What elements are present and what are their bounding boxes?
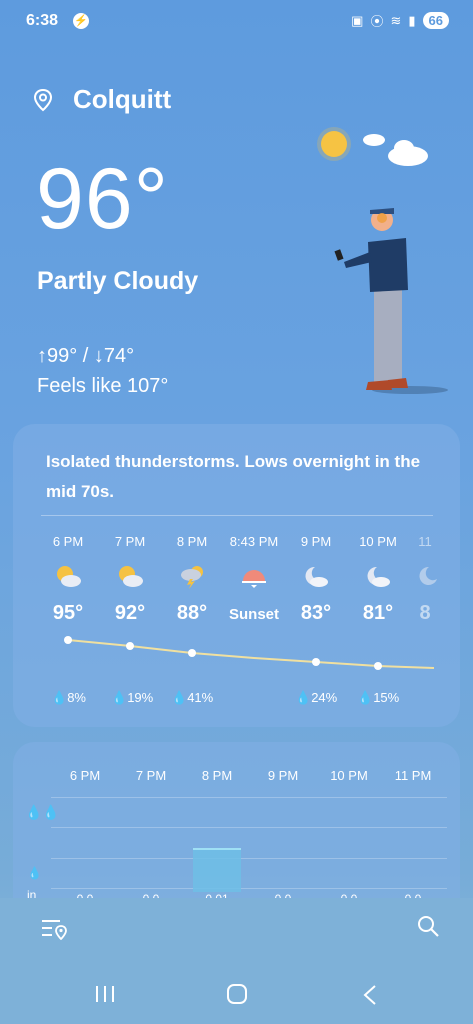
back-icon[interactable] — [362, 984, 378, 1006]
hour-column: 8:43 PM Sunset — [219, 534, 289, 623]
hour-temp: 95° — [52, 602, 84, 624]
gridline — [51, 797, 447, 798]
hour-column: 9 PM 83° — [281, 534, 351, 625]
gridline — [51, 827, 447, 828]
rain-bar — [193, 848, 241, 892]
forecast-summary: Isolated thunderstorms. Lows overnight i… — [46, 452, 421, 501]
manage-locations-icon[interactable] — [42, 918, 68, 940]
status-icons: ▣ ⦿ ≋ ▮ 66 — [351, 11, 449, 30]
feels-like: Feels like 107° — [37, 375, 169, 397]
night-cloudy-icon — [305, 566, 328, 587]
status-time: 6:38 — [26, 12, 59, 29]
hour-label: 6 PM — [52, 534, 84, 549]
hour-column: 8 PM 88° — [157, 534, 227, 625]
rain-hour-label: 10 PM — [330, 768, 368, 783]
notification-icon: ▣ — [351, 12, 364, 28]
city-name[interactable]: Colquitt — [73, 84, 171, 115]
hour-column: 11 8 — [405, 534, 445, 625]
battery-level: 66 — [422, 12, 449, 29]
thunderstorm-icon — [181, 566, 203, 589]
location-pin-icon — [33, 88, 53, 112]
hour-temp: 81° — [362, 602, 394, 624]
night-cloudy-icon — [419, 566, 437, 585]
search-icon[interactable] — [416, 914, 440, 938]
home-icon[interactable] — [226, 984, 248, 1004]
rain-hour-label: 6 PM — [69, 768, 101, 783]
precipitation-card[interactable]: 6 PM 7 PM 8 PM 9 PM 10 PM 11 PM 💧💧 💧 in … — [13, 742, 460, 902]
current-condition: Partly Cloudy — [37, 267, 199, 295]
hour-label: 9 PM — [300, 534, 332, 549]
hour-temp: 83° — [300, 602, 332, 624]
rain-hour-label: 11 PM — [394, 768, 432, 783]
night-cloudy-icon — [367, 566, 390, 587]
precip-chance: 💧19% — [111, 690, 154, 705]
gridline — [51, 858, 447, 859]
temperature-trend-line — [64, 636, 435, 670]
location-icon: ⦿ — [370, 14, 384, 29]
status-bar: 6:38 ⚡ ▣ ⦿ ≋ ▮ 66 — [0, 0, 473, 44]
light-rain-icon: 💧 — [27, 866, 42, 880]
hour-label: 8:43 PM — [229, 534, 279, 549]
weather-illustration — [317, 127, 448, 394]
partly-cloudy-icon — [119, 566, 143, 587]
gridline — [51, 888, 447, 889]
hour-label: 7 PM — [114, 534, 146, 549]
hour-label: 11 — [418, 534, 432, 549]
sunset-icon — [242, 570, 266, 588]
precip-chance: 💧41% — [171, 690, 214, 705]
hour-temp: 88° — [176, 602, 208, 624]
hour-temp: Sunset — [228, 606, 279, 623]
partly-cloudy-icon — [57, 566, 81, 587]
hourly-forecast-card[interactable]: Isolated thunderstorms. Lows overnight i… — [13, 424, 460, 727]
hour-temp: 8 — [419, 602, 431, 624]
current-temperature: 96° — [36, 151, 170, 247]
lightning-icon: ⚡ — [73, 13, 89, 29]
hour-column: 7 PM 92° — [95, 534, 165, 625]
rain-hour-label: 7 PM — [135, 768, 167, 783]
wifi-icon: ≋ — [390, 12, 402, 28]
precip-chance: 💧8% — [51, 690, 86, 705]
precip-chance: 💧15% — [357, 690, 400, 705]
rain-hour-label: 9 PM — [267, 768, 299, 783]
bottom-bar — [0, 898, 473, 1024]
hour-temp: 92° — [114, 602, 146, 624]
hour-column: 10 PM 81° — [343, 534, 413, 625]
recent-apps-icon[interactable] — [94, 984, 116, 1004]
precip-chance: 💧24% — [295, 690, 338, 705]
hour-column: 6 PM 95° — [33, 534, 103, 625]
hour-label: 10 PM — [359, 534, 397, 549]
rain-hour-label: 8 PM — [201, 768, 233, 783]
hour-label: 8 PM — [176, 534, 208, 549]
signal-icon: ▮ — [408, 12, 416, 28]
high-low-temp: ↑99° / ↓74° — [37, 345, 135, 367]
heavy-rain-icon: 💧💧 — [25, 804, 60, 820]
divider — [41, 515, 433, 516]
